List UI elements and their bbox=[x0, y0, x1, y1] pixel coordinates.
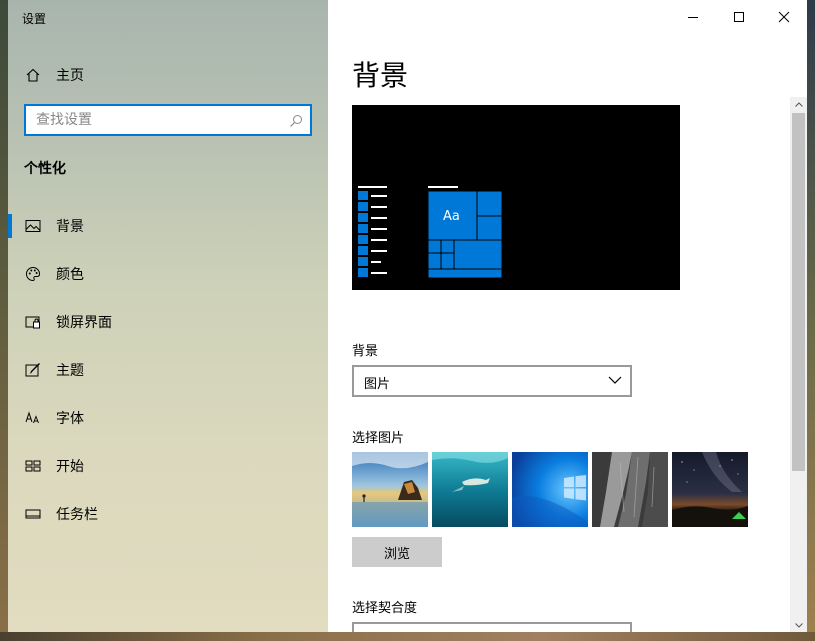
sidebar-item-label: 颜色 bbox=[56, 267, 84, 283]
sidebar-item-colors[interactable]: 颜色 bbox=[8, 254, 328, 294]
search-box bbox=[24, 104, 312, 136]
chevron-down-icon bbox=[608, 376, 622, 384]
sidebar: 设置 主页 个性化 背景 颜色 bbox=[8, 0, 328, 632]
sidebar-item-taskbar[interactable]: 任务栏 bbox=[8, 494, 328, 534]
sidebar-item-start[interactable]: 开始 bbox=[8, 446, 328, 486]
close-icon bbox=[778, 11, 790, 23]
sidebar-item-fonts[interactable]: 字体 bbox=[8, 398, 328, 438]
sidebar-item-background[interactable]: 背景 bbox=[8, 206, 328, 246]
nav-home[interactable]: 主页 bbox=[8, 60, 328, 90]
close-button[interactable] bbox=[761, 0, 807, 34]
sidebar-item-label: 任务栏 bbox=[56, 507, 98, 523]
scroll-down-button[interactable] bbox=[790, 618, 807, 632]
milky-way-night-icon bbox=[672, 452, 748, 527]
font-icon bbox=[25, 410, 41, 426]
chevron-down-icon bbox=[794, 622, 803, 628]
fit-dropdown[interactable] bbox=[352, 622, 632, 632]
background-dropdown-value: 图片 bbox=[364, 377, 391, 392]
minimize-button[interactable] bbox=[670, 0, 716, 34]
search-input[interactable] bbox=[26, 106, 286, 134]
palette-icon bbox=[25, 266, 41, 282]
sidebar-item-label: 开始 bbox=[56, 459, 84, 475]
underwater-swimmer-icon bbox=[432, 452, 508, 527]
picture-thumbnail-cliff[interactable] bbox=[592, 452, 668, 527]
sidebar-item-label: 锁屏界面 bbox=[56, 315, 112, 331]
nav-home-label: 主页 bbox=[56, 68, 84, 84]
maximize-icon bbox=[734, 12, 744, 22]
browse-button[interactable]: 浏览 bbox=[352, 537, 442, 567]
desktop-preview: Aa bbox=[352, 105, 680, 290]
section-title: 个性化 bbox=[24, 161, 66, 177]
picture-thumbnail-underwater[interactable] bbox=[432, 452, 508, 527]
content-pane: 背景 Aa 背景 图片 选择图片 浏览 选择契合度 bbox=[328, 0, 807, 632]
background-dropdown[interactable]: 图片 bbox=[352, 365, 632, 397]
taskbar-icon bbox=[25, 506, 41, 522]
page-title: 背景 bbox=[352, 59, 409, 92]
start-tiles-icon bbox=[25, 458, 41, 474]
lock-screen-icon bbox=[25, 314, 41, 330]
rock-cliff-icon bbox=[592, 452, 668, 527]
preview-tile-text: Aa bbox=[443, 209, 460, 224]
sidebar-item-label: 字体 bbox=[56, 411, 84, 427]
chevron-up-icon bbox=[794, 101, 803, 107]
theme-brush-icon bbox=[25, 362, 41, 378]
sidebar-item-label: 主题 bbox=[56, 363, 84, 379]
picture-thumbnail-windows[interactable] bbox=[512, 452, 588, 527]
beach-rock-icon bbox=[352, 452, 428, 527]
picture-thumbnail-night[interactable] bbox=[672, 452, 748, 527]
maximize-button[interactable] bbox=[716, 0, 762, 34]
picture-icon bbox=[25, 218, 41, 234]
sidebar-item-themes[interactable]: 主题 bbox=[8, 350, 328, 390]
choose-fit-label: 选择契合度 bbox=[352, 601, 418, 616]
background-label: 背景 bbox=[352, 344, 379, 359]
windows-logo-icon bbox=[512, 452, 588, 527]
minimize-icon bbox=[688, 17, 698, 18]
search-icon[interactable] bbox=[289, 113, 303, 127]
desktop-wallpaper-bottom bbox=[0, 632, 815, 641]
home-icon bbox=[25, 67, 41, 83]
scrollbar-thumb[interactable] bbox=[792, 113, 805, 471]
settings-window: 设置 主页 个性化 背景 颜色 bbox=[8, 0, 807, 632]
app-title: 设置 bbox=[22, 12, 47, 26]
desktop-wallpaper-left bbox=[0, 0, 8, 641]
sidebar-item-label: 背景 bbox=[56, 219, 84, 235]
choose-picture-label: 选择图片 bbox=[352, 431, 405, 446]
sidebar-item-lock-screen[interactable]: 锁屏界面 bbox=[8, 302, 328, 342]
desktop-wallpaper-right bbox=[807, 0, 815, 641]
picture-thumbnail-beach[interactable] bbox=[352, 452, 428, 527]
scroll-up-button[interactable] bbox=[790, 97, 807, 111]
vertical-scrollbar[interactable] bbox=[790, 97, 807, 632]
